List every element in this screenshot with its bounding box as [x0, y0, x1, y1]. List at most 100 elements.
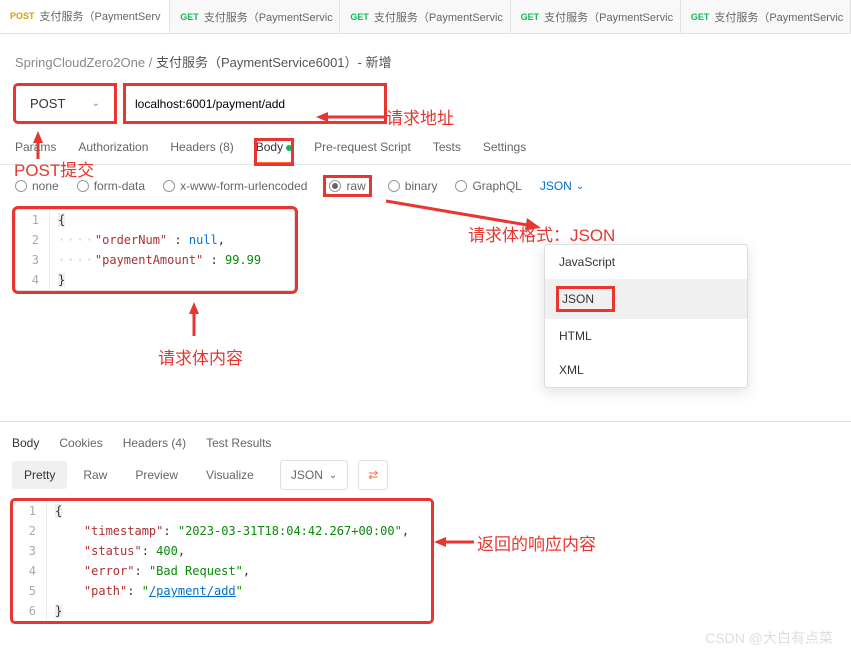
tab-label: 支付服务（PaymentServic: [374, 9, 503, 25]
radio-label: form-data: [94, 179, 145, 193]
json-key: "path": [84, 584, 127, 598]
line-number: 5: [13, 581, 47, 601]
response-toolbar: Pretty Raw Preview Visualize JSON ⌄ ⇄: [0, 460, 851, 500]
line-number: 1: [13, 501, 47, 521]
raw-format-select[interactable]: JSON ⌄: [540, 179, 584, 193]
view-raw[interactable]: Raw: [71, 461, 119, 489]
radio-label: binary: [405, 179, 438, 193]
radio-label: GraphQL: [472, 179, 521, 193]
raw-format-dropdown: JavaScript JSON HTML XML: [544, 244, 748, 388]
tab-body-label: Body: [256, 140, 283, 154]
json-value: null: [189, 233, 218, 247]
annotation-body-content: 请求体内容: [158, 344, 243, 369]
url-input[interactable]: [125, 85, 385, 122]
radio-urlencoded[interactable]: x-www-form-urlencoded: [163, 179, 307, 193]
radio-label: raw: [346, 179, 365, 193]
response-format-select[interactable]: JSON ⌄: [280, 460, 348, 490]
radio-label: none: [32, 179, 59, 193]
method-badge: GET: [350, 12, 369, 22]
radio-binary[interactable]: binary: [388, 179, 438, 193]
view-pretty[interactable]: Pretty: [12, 461, 67, 489]
line-number: 3: [16, 250, 50, 270]
radio-icon: [163, 180, 175, 192]
breadcrumb-root[interactable]: SpringCloudZero2One: [15, 55, 145, 70]
method-badge: GET: [521, 12, 540, 22]
chevron-down-icon: ⌄: [576, 181, 584, 192]
resp-tab-tests[interactable]: Test Results: [206, 436, 271, 450]
tab-prerequest[interactable]: Pre-request Script: [314, 140, 411, 164]
json-value: "Bad Request": [149, 564, 243, 578]
resp-tab-headers[interactable]: Headers (4): [123, 436, 186, 450]
method-badge: GET: [691, 12, 710, 22]
tab-authorization[interactable]: Authorization: [78, 140, 148, 164]
radio-label: x-www-form-urlencoded: [180, 179, 307, 193]
json-value: ": [236, 584, 243, 598]
tab-request-1[interactable]: GET支付服务（PaymentServic: [170, 0, 340, 33]
line-number: 6: [13, 601, 47, 621]
modified-dot-icon: [286, 145, 292, 151]
radio-icon: [77, 180, 89, 192]
tab-tests[interactable]: Tests: [433, 140, 461, 164]
wrap-lines-icon[interactable]: ⇄: [358, 460, 388, 490]
method-badge: POST: [10, 11, 35, 21]
json-key: "timestamp": [84, 524, 163, 538]
breadcrumb: SpringCloudZero2One / 支付服务（PaymentServic…: [0, 34, 851, 85]
radio-formdata[interactable]: form-data: [77, 179, 145, 193]
view-preview[interactable]: Preview: [123, 461, 190, 489]
line-number: 4: [13, 561, 47, 581]
line-number: 1: [16, 210, 50, 230]
line-number: 2: [13, 521, 47, 541]
line-number: 3: [13, 541, 47, 561]
radio-raw[interactable]: raw: [325, 177, 369, 195]
resp-tab-cookies[interactable]: Cookies: [59, 436, 102, 450]
chevron-down-icon: ⌄: [329, 470, 337, 481]
chevron-down-icon: ⌄: [92, 98, 100, 109]
resp-tab-body[interactable]: Body: [12, 436, 39, 450]
body-type-row: none form-data x-www-form-urlencoded raw…: [0, 165, 851, 207]
tab-request-3[interactable]: GET 支付服务（PaymentServic: [511, 0, 681, 33]
tab-label: 支付服务（PaymentServic: [544, 9, 673, 25]
method-badge: GET: [180, 12, 199, 22]
json-key: "paymentAmount": [95, 253, 203, 267]
raw-format-label: JSON: [540, 179, 572, 193]
tab-label: 支付服务（PaymentServic: [714, 9, 843, 25]
annotation-response: 返回的响应内容: [477, 530, 596, 555]
tab-params[interactable]: Params: [15, 140, 56, 164]
radio-none[interactable]: none: [15, 179, 59, 193]
tab-request-2[interactable]: GET 支付服务（PaymentServic: [340, 0, 510, 33]
tab-request-4[interactable]: GET 支付服务（PaymentServic: [681, 0, 851, 33]
method-select[interactable]: POST ⌄: [15, 85, 115, 122]
json-value: ": [142, 584, 149, 598]
dropdown-item-html[interactable]: HTML: [545, 319, 747, 353]
view-visualize[interactable]: Visualize: [194, 461, 266, 489]
radio-icon: [455, 180, 467, 192]
json-key: "status": [84, 544, 142, 558]
dropdown-item-label: JSON: [559, 289, 612, 309]
tab-label: 支付服务（PaymentServ: [40, 8, 161, 24]
tab-settings[interactable]: Settings: [483, 140, 526, 164]
tab-request-0[interactable]: POST 支付服务（PaymentServ: [0, 0, 170, 33]
json-key: "error": [84, 564, 135, 578]
breadcrumb-current: 支付服务（PaymentService6001）- 新增: [156, 55, 392, 70]
tab-headers[interactable]: Headers (8): [170, 140, 233, 164]
tab-body[interactable]: Body: [256, 140, 292, 164]
dropdown-item-json[interactable]: JSON: [545, 279, 747, 319]
json-value: 99.99: [225, 253, 261, 267]
request-body-editor[interactable]: 1{ 2····"orderNum" : null, 3····"payment…: [15, 209, 295, 291]
dropdown-item-javascript[interactable]: JavaScript: [545, 245, 747, 279]
response-body-editor[interactable]: 1{ 2 "timestamp": "2023-03-31T18:04:42.2…: [12, 500, 432, 622]
dropdown-item-xml[interactable]: XML: [545, 353, 747, 387]
watermark: CSDN @大白有点菜: [705, 628, 833, 648]
response-tabs: Body Cookies Headers (4) Test Results: [0, 422, 851, 460]
json-key: "orderNum": [95, 233, 167, 247]
json-value: 400: [156, 544, 178, 558]
breadcrumb-sep: /: [149, 55, 153, 70]
radio-graphql[interactable]: GraphQL: [455, 179, 521, 193]
radio-icon: [388, 180, 400, 192]
radio-icon: [329, 180, 341, 192]
annotation-url: 请求地址: [386, 104, 454, 129]
json-value-link[interactable]: /payment/add: [149, 584, 236, 598]
request-tabs-bar: POST 支付服务（PaymentServ GET 支付服务（PaymentServ…: [0, 0, 851, 34]
format-label: JSON: [291, 468, 323, 482]
line-number: 4: [16, 270, 50, 290]
